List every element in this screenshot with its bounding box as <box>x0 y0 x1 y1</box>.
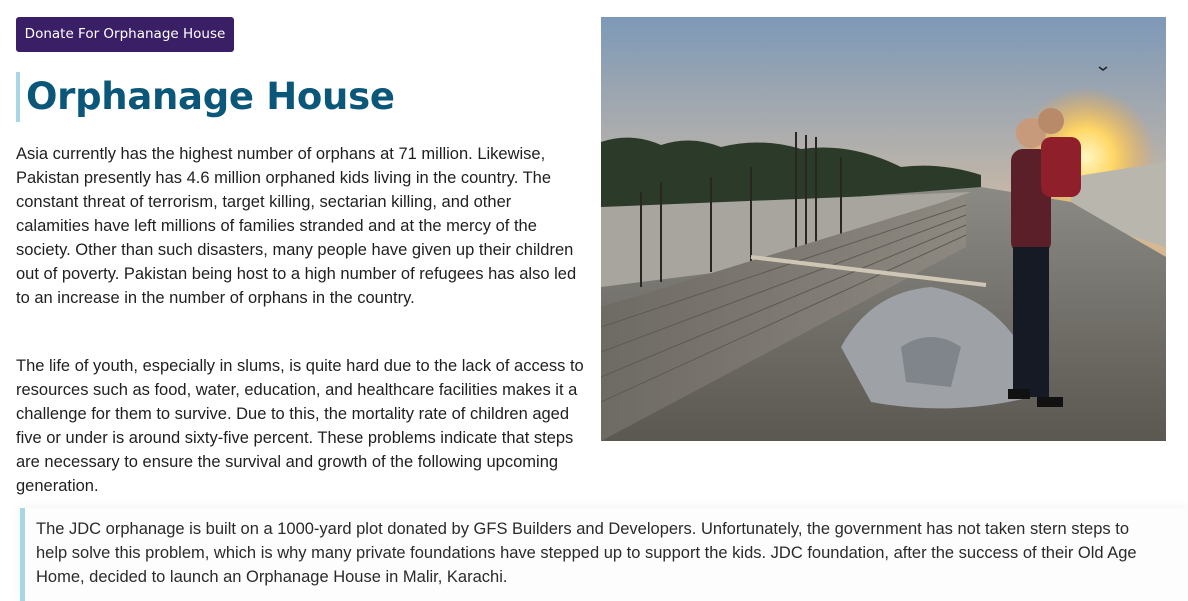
page-title: Orphanage House <box>26 75 395 118</box>
quote-text: The JDC orphanage is built on a 1000-yar… <box>36 520 1137 586</box>
intro-paragraph: Asia currently has the highest number of… <box>16 145 577 307</box>
donate-button[interactable]: Donate For Orphanage House <box>16 17 234 52</box>
page-title-block: Orphanage House <box>16 72 395 122</box>
construction-site-photo <box>601 17 1166 441</box>
youth-paragraph: The life of youth, especially in slums, … <box>16 357 584 495</box>
orphanage-quote: The JDC orphanage is built on a 1000-yar… <box>20 508 1188 601</box>
